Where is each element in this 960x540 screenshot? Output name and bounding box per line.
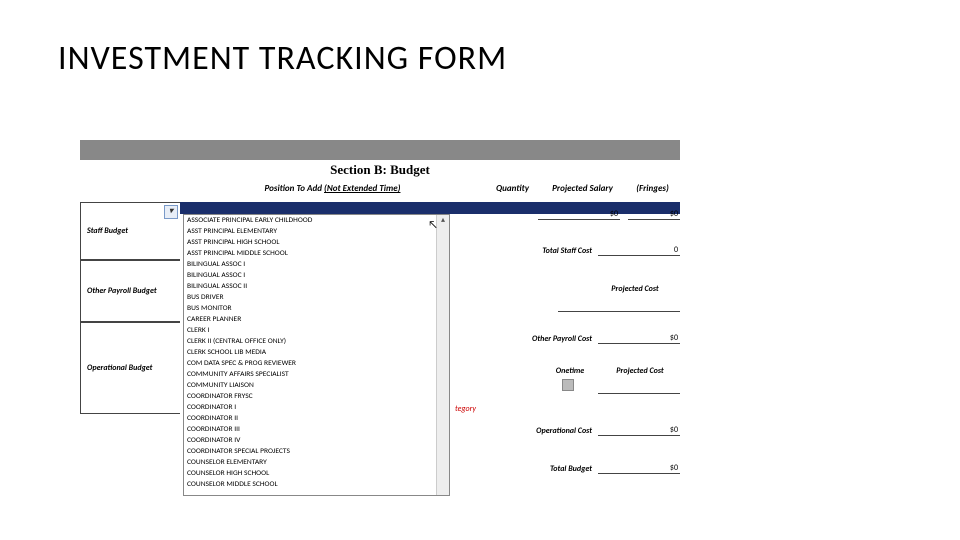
dropdown-option[interactable]: ASST PRINCIPAL ELEMENTARY [184, 226, 449, 237]
dropdown-option[interactable]: COMMUNITY LIAISON [184, 380, 449, 391]
dropdown-option[interactable]: CLERK SCHOOL LIB MEDIA [184, 347, 449, 358]
dropdown-option[interactable]: BUS DRIVER [184, 292, 449, 303]
dropdown-option[interactable]: COUNSELOR HIGH SCHOOL [184, 468, 449, 479]
totals-area: $0 $0 Total Staff Cost 0 Projected Cost … [455, 200, 680, 490]
dropdown-option[interactable]: BILINGUAL ASSOC I [184, 259, 449, 270]
dropdown-option[interactable]: COUNSELOR MIDDLE SCHOOL [184, 479, 449, 490]
total-budget-value: $0 [598, 463, 680, 474]
other-payroll-cost-value: $0 [598, 333, 680, 344]
dropdown-option[interactable]: COORDINATOR II [184, 413, 449, 424]
column-headers: Position To Add (Not Extended Time) Quan… [80, 180, 680, 197]
dropdown-option[interactable]: BUS MONITOR [184, 303, 449, 314]
dropdown-option[interactable]: COMMUNITY AFFAIRS SPECIALIST [184, 369, 449, 380]
row-labels: Staff Budget ▾ Other Payroll Budget Oper… [80, 202, 180, 414]
position-dropdown[interactable]: ASSOCIATE PRINCIPAL EARLY CHILDHOODASST … [183, 214, 450, 496]
operational-cost-label: Operational Cost [455, 426, 598, 436]
operational-cost-value: $0 [598, 425, 680, 436]
dropdown-option[interactable]: BILINGUAL ASSOC I [184, 270, 449, 281]
category-fragment: tegory [455, 404, 680, 414]
dropdown-toggle[interactable]: ▾ [164, 205, 178, 219]
other-payroll-cost-label: Other Payroll Cost [455, 334, 598, 344]
onetime-header: Onetime [540, 366, 600, 376]
projected-cost-line [558, 311, 680, 312]
section-bar [80, 140, 680, 160]
dropdown-option[interactable]: ASST PRINCIPAL HIGH SCHOOL [184, 237, 449, 248]
dropdown-option[interactable]: COORDINATOR FRYSC [184, 391, 449, 402]
dropdown-option[interactable]: CLERK I [184, 325, 449, 336]
page-title: INVESTMENT TRACKING FORM [58, 38, 507, 79]
dropdown-option[interactable]: ASST PRINCIPAL MIDDLE SCHOOL [184, 248, 449, 259]
label-staff-budget: Staff Budget ▾ [80, 202, 180, 260]
projected-cost-header-2: Projected Cost [600, 366, 680, 376]
dropdown-option[interactable]: COORDINATOR SPECIAL PROJECTS [184, 446, 449, 457]
scrollbar[interactable]: ▴ [436, 215, 449, 495]
dropdown-option[interactable]: COUNSELOR ELEMENTARY [184, 457, 449, 468]
dropdown-option[interactable]: COORDINATOR I [184, 402, 449, 413]
projected-cost-header: Projected Cost [590, 284, 680, 294]
total-budget-label: Total Budget [455, 464, 598, 474]
dropdown-option[interactable]: ASSOCIATE PRINCIPAL EARLY CHILDHOOD [184, 215, 449, 226]
form-panel: Section B: Budget Position To Add (Not E… [80, 140, 680, 490]
label-other-payroll: Other Payroll Budget [80, 260, 180, 322]
dropdown-option[interactable]: BILINGUAL ASSOC II [184, 281, 449, 292]
dropdown-option[interactable]: COORDINATOR IV [184, 435, 449, 446]
projected-salary-value: $0 [538, 209, 620, 220]
scroll-up-icon[interactable]: ▴ [437, 215, 449, 225]
onetime-cost-line [598, 393, 680, 394]
dropdown-option[interactable]: CLERK II (CENTRAL OFFICE ONLY) [184, 336, 449, 347]
dropdown-option[interactable]: CAREER PLANNER [184, 314, 449, 325]
total-staff-cost-label: Total Staff Cost [455, 246, 598, 256]
onetime-checkbox[interactable] [562, 379, 574, 391]
total-staff-cost-value: 0 [598, 245, 680, 256]
section-title: Section B: Budget [80, 160, 680, 180]
dropdown-option[interactable]: COM DATA SPEC & PROG REVIEWER [184, 358, 449, 369]
fringes-value: $0 [628, 209, 680, 220]
label-operational: Operational Budget [80, 322, 180, 414]
dropdown-option[interactable]: COORDINATOR III [184, 424, 449, 435]
